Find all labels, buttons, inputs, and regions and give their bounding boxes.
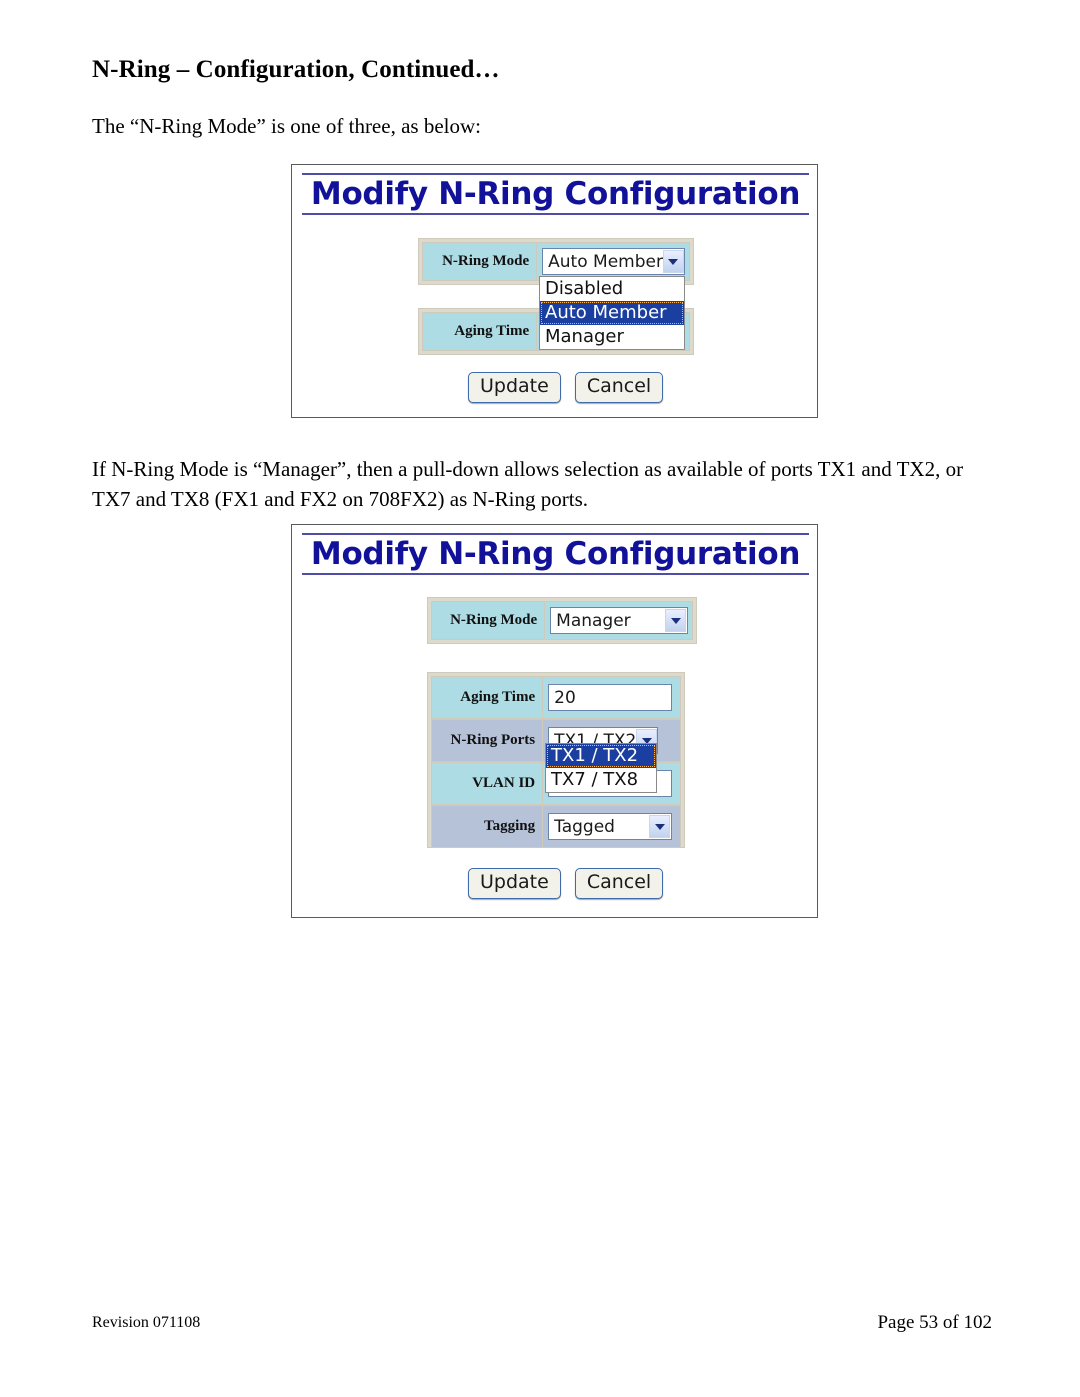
chevron-down-icon[interactable] [665,609,687,632]
shot2-label-nring-ports: N-Ring Ports [431,719,544,762]
shot1-label-nring-mode: N-Ring Mode [422,242,538,281]
shot2-input-aging-time[interactable]: 20 [548,684,673,711]
shot2-heading: Modify N-Ring Configuration [302,533,809,575]
page-title: N-Ring – Configuration, Continued… [92,56,500,83]
shot2-label-tagging: Tagging [431,805,544,848]
chevron-down-icon[interactable] [649,815,671,838]
shot2-label-aging-time: Aging Time [431,676,544,719]
chevron-down-icon[interactable] [662,250,684,273]
shot1-dropdown-option-2[interactable]: Manager [540,325,684,349]
paragraph-intro: The “N-Ring Mode” is one of three, as be… [92,114,481,138]
shot2-button-row: Update Cancel [468,868,664,899]
shot1-button-row: Update Cancel [468,372,664,403]
footer-page-number: Page 53 of 102 [877,1312,992,1333]
footer-revision: Revision 071108 [92,1314,201,1331]
table-row: Tagging Tagged [431,805,681,848]
document-page: N-Ring – Configuration, Continued… The “… [0,0,1080,1397]
shot2-dropdown-option-1[interactable]: TX7 / TX8 [546,768,656,792]
shot1-dropdown-option-1[interactable]: Auto Member [540,301,684,325]
paragraph-manager-mode: If N-Ring Mode is “Manager”, then a pull… [92,457,964,511]
shot2-dropdown-option-0[interactable]: TX1 / TX2 [546,744,656,768]
shot2-label-vlan-id: VLAN ID [431,762,544,805]
shot2-label-nring-mode: N-Ring Mode [431,601,546,640]
shot2-open-dropdown[interactable]: TX1 / TX2 TX7 / TX8 [545,743,657,793]
shot1-select-nring-mode-value: Auto Member [548,251,663,272]
shot2-select-nring-mode[interactable]: Manager [550,607,689,634]
shot2-cell-aging-time: 20 [543,676,681,719]
shot1-heading: Modify N-Ring Configuration [302,173,809,215]
shot2-select-tagging-value: Tagged [554,816,615,837]
shot2-update-button[interactable]: Update [468,868,561,899]
shot1-cancel-button[interactable]: Cancel [574,372,664,403]
shot2-cancel-button[interactable]: Cancel [574,868,664,899]
table-row: Aging Time 20 [431,676,681,719]
shot1-open-dropdown[interactable]: Disabled Auto Member Manager [539,276,685,350]
shot2-select-tagging[interactable]: Tagged [548,813,673,840]
shot1-dropdown-option-0[interactable]: Disabled [540,277,684,301]
shot1-update-button[interactable]: Update [468,372,561,403]
shot2-select-nring-mode-value: Manager [556,610,631,631]
shot2-cell-nring-mode: Manager [545,601,693,640]
shot1-label-aging-time: Aging Time [422,312,538,351]
screenshot-nring-mode-dropdown: Modify N-Ring Configuration N-Ring Mode … [291,164,818,418]
shot2-mode-table: N-Ring Mode Manager [427,597,697,644]
shot2-cell-tagging: Tagged [543,805,681,848]
shot1-select-nring-mode[interactable]: Auto Member [542,248,686,275]
screenshot-nring-ports-dropdown: Modify N-Ring Configuration N-Ring Mode … [291,524,818,918]
